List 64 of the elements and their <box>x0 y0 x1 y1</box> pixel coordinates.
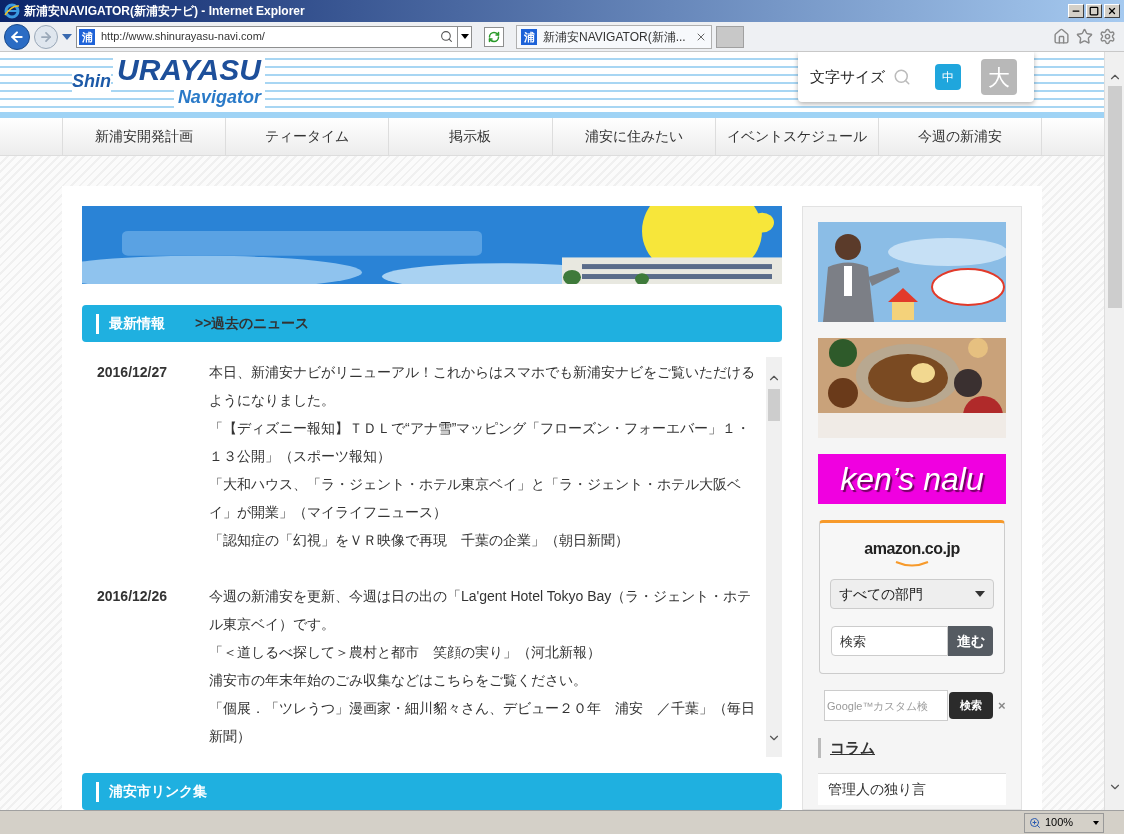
forward-arrow-icon <box>39 29 53 44</box>
maximize-icon <box>1089 6 1099 16</box>
news-date: 2016/12/27 <box>97 363 169 382</box>
caret-icon <box>1093 820 1099 825</box>
tab-title: 新浦安NAVIGATOR(新浦... <box>543 28 686 46</box>
close-icon <box>1107 6 1117 16</box>
scrollbar-thumb[interactable] <box>768 389 780 421</box>
zoom-control[interactable]: 100% <box>1024 812 1104 833</box>
search-field[interactable]: Google™カスタム検 <box>824 690 948 721</box>
news-text: 「個展．「ツレうつ」漫画家・細川貂々さん、デビュー２０年 浦安 ／千葉」（毎日新聞） <box>209 699 756 746</box>
caret-icon <box>460 34 469 39</box>
zoom-icon <box>1029 816 1041 829</box>
amazon-logo: amazon.co.jp <box>864 539 960 559</box>
news-text: 浦安市の年末年始のごみ収集などはこちらをご覧ください。 <box>209 671 588 690</box>
ie-logo-icon <box>4 3 20 19</box>
search-icon <box>893 68 911 86</box>
site-icon: 浦 <box>79 28 95 45</box>
column-heading: コラム <box>830 737 875 758</box>
nav-link[interactable]: イベントスケジュール <box>715 118 879 155</box>
go-button[interactable]: 進む <box>948 626 993 656</box>
past-news-link[interactable]: >>過去のニュース <box>195 313 310 334</box>
ad-banner[interactable]: ken’s nalu <box>818 454 1006 504</box>
back-button[interactable] <box>4 23 30 50</box>
nav-link[interactable]: 掲示板 <box>389 118 553 155</box>
nav-link[interactable]: 浦安に住みたい <box>552 118 716 155</box>
news-text: 今週の新浦安を更新、今週は日の出の「La'gent Hotel Tokyo Bay（ラ・ジェント・ホテル東京ベイ）です。 <box>209 587 753 634</box>
site-icon: 浦 <box>521 28 537 45</box>
nav-link[interactable]: 新浦安開発計画 <box>63 118 227 155</box>
refresh-button[interactable] <box>484 26 504 47</box>
category-select[interactable]: すべての部門 <box>830 579 994 609</box>
star-icon[interactable] <box>1076 28 1093 45</box>
column-link[interactable]: 管理人の独り言 <box>818 773 1006 805</box>
news-text: 「認知症の「幻視」をＶＲ映像で再現 千葉の企業」（朝日新聞） <box>209 531 630 550</box>
smile-icon <box>895 561 929 567</box>
section-title: 浦安市リンク集 <box>109 782 207 801</box>
news-date: 2016/12/26 <box>97 587 169 606</box>
home-icon[interactable] <box>1053 28 1070 45</box>
scrollbar[interactable] <box>766 357 782 757</box>
news-text: 「＜道しるべ探して＞農村と都市 笑顔の実り」（河北新報） <box>209 643 602 662</box>
browser-tab[interactable]: 浦 新浦安NAVIGATOR(新浦... <box>516 24 712 49</box>
scrollbar-thumb[interactable] <box>1107 86 1122 308</box>
refresh-icon <box>488 30 500 43</box>
nav-link[interactable]: 今週の新浦安 <box>878 118 1043 155</box>
close-button[interactable] <box>1104 4 1120 18</box>
search-button[interactable]: 検索 <box>949 692 993 719</box>
news-text: 本日、新浦安ナビがリニューアル！これからはスマホでも新浦安ナビをご覧いただけるようになりました。 <box>209 363 756 410</box>
banner-text: ken’s nalu <box>840 460 984 499</box>
url-text: http://www.shinurayasu-navi.com/ <box>101 29 265 45</box>
address-field[interactable]: 浦 http://www.shinurayasu-navi.com/ <box>76 25 472 48</box>
font-size-label: 文字サイズ <box>810 66 885 87</box>
dropdown-button[interactable] <box>457 26 471 47</box>
minimize-button[interactable] <box>1068 4 1084 18</box>
search-field[interactable]: 検索 <box>831 626 948 656</box>
news-text: 「大和ハウス、「ラ・ジェント・ホテル東京ベイ」と「ラ・ジェント・ホテル大阪ベイ」が開業」（マイライフニュース） <box>209 475 742 522</box>
news-text: 「【ディズニー報知】ＴＤＬで“アナ雪”マッピング「フローズン・フォーエバー」１・１３公開」（スポーツ報知） <box>209 419 752 466</box>
search-icon[interactable] <box>440 30 453 43</box>
maximize-button[interactable] <box>1086 4 1102 18</box>
caret-icon <box>975 591 985 597</box>
nav-link[interactable]: ティータイム <box>226 118 390 155</box>
section-title: 最新情報 <box>109 314 165 333</box>
dropdown-caret-icon[interactable] <box>62 33 72 40</box>
page-scrollbar[interactable] <box>1104 52 1124 810</box>
settings-icon[interactable] <box>1099 28 1116 45</box>
window-title: 新浦安NAVIGATOR(新浦安ナビ) - Internet Explorer <box>24 3 305 20</box>
